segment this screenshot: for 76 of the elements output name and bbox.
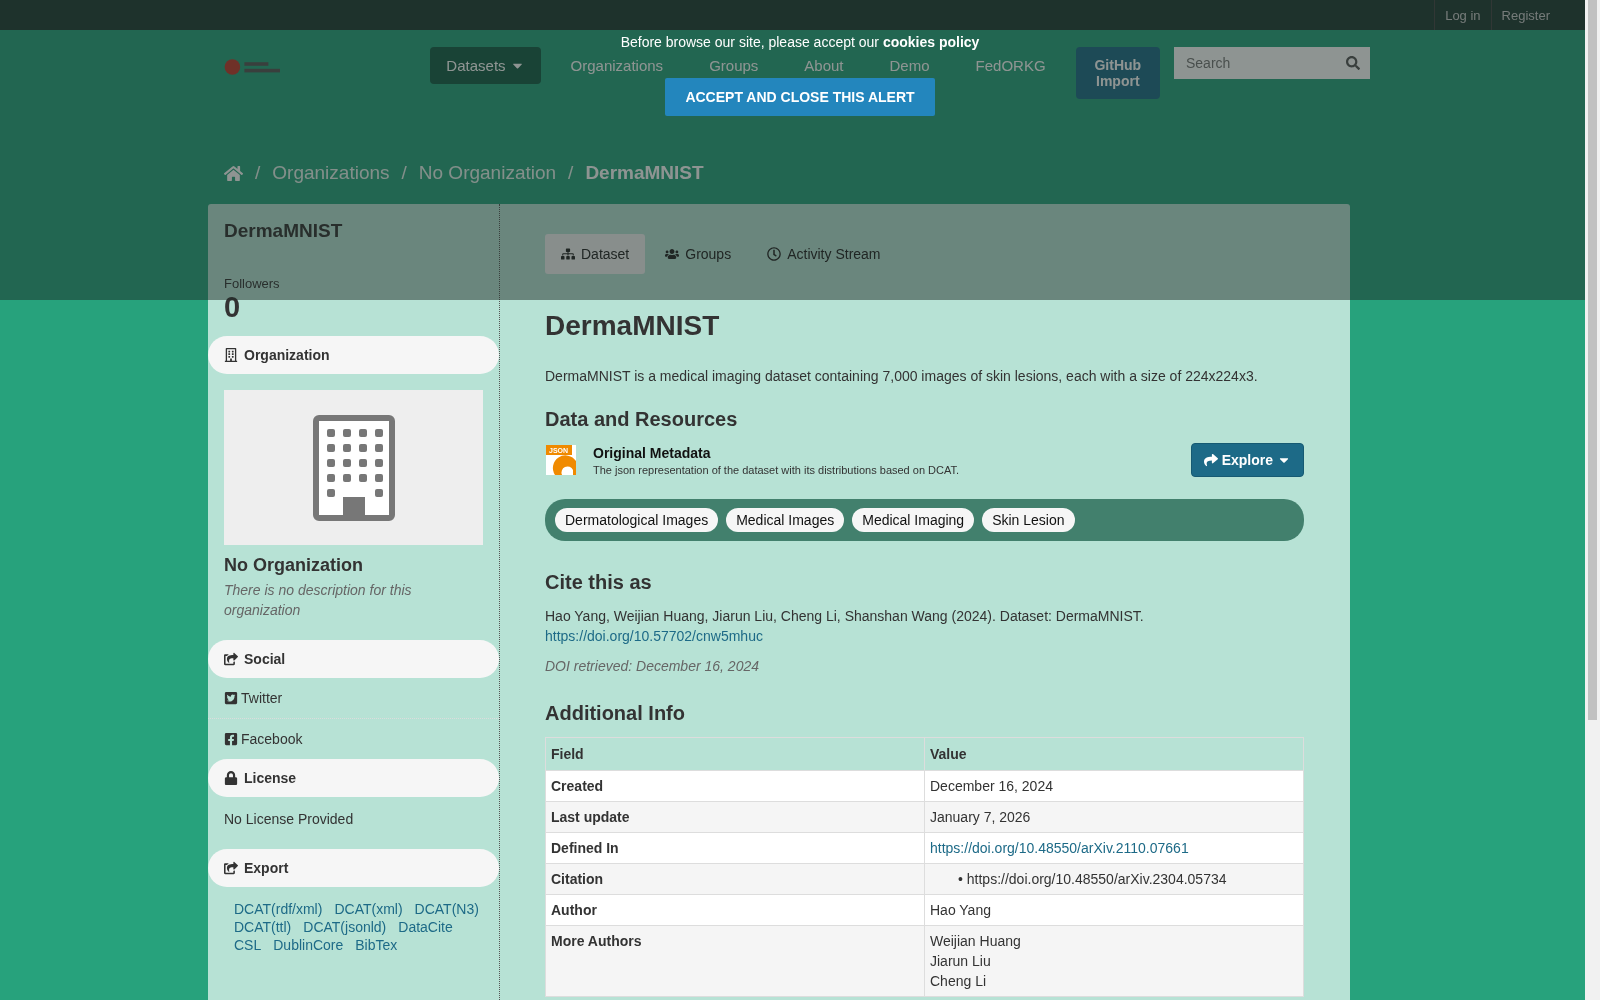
field-name-cell: Last update: [545, 801, 925, 833]
home-icon[interactable]: [224, 163, 243, 183]
search-field[interactable]: Search: [1174, 47, 1370, 79]
dataset-title: DermaMNIST: [545, 310, 721, 342]
github-import-button[interactable]: GitHub Import: [1075, 47, 1160, 99]
license-text: No License Provided: [223, 810, 355, 829]
social-link[interactable]: Twitter: [208, 678, 499, 718]
breadcrumb-separator: /: [568, 162, 574, 184]
table-list-item: • https://doi.org/10.48550/arXiv.2304.05734: [958, 870, 1228, 889]
facebook-icon: [224, 732, 238, 746]
breadcrumb-separator: /: [255, 162, 261, 184]
citation-text: Hao Yang, Weijian Huang, Jiarun Liu, Cheng Li, Shanshan Wang (2024). Dataset: DermaMNIST. https://doi.org/10.57702/cnw5mhuc: [545, 607, 1145, 646]
organization-description: There is no description for this organization: [224, 581, 413, 620]
section-heading: Organization: [208, 336, 499, 374]
table-cell-text: December 16, 2024: [930, 778, 1053, 794]
field-name-cell: Author: [545, 894, 925, 926]
export-link[interactable]: CSL: [234, 937, 262, 953]
export-link[interactable]: BibTex: [355, 937, 398, 953]
table-cell-line: Weijian Huang: [930, 932, 1022, 951]
doi-retrieved-note: DOI retrieved: December 16, 2024: [545, 658, 760, 674]
twitter-icon: [224, 691, 238, 705]
section-heading: License: [208, 759, 499, 797]
section-title: Cite this as: [545, 571, 653, 594]
tag[interactable]: Skin Lesion: [982, 508, 1075, 532]
dataset-name: DermaMNIST: [224, 220, 344, 242]
search-icon: [1346, 56, 1360, 70]
share-icon: [1203, 453, 1218, 467]
tab[interactable]: Groups: [649, 234, 748, 274]
resource-title[interactable]: Original Metadata: [593, 444, 960, 461]
field-name-cell: Defined In: [545, 832, 925, 864]
column-header: Field: [545, 737, 925, 771]
followers-count: 0: [224, 291, 242, 324]
table-cell-line: Jiarun Liu: [930, 952, 992, 971]
sitemap-icon: [561, 247, 575, 261]
field-name-cell: More Authors: [545, 925, 925, 997]
export-link[interactable]: DataCite: [398, 919, 453, 935]
breadcrumb-link[interactable]: DermaMNIST: [585, 162, 704, 184]
cookie-message: Before browse our site, please accept our cookies policy: [620, 34, 980, 50]
table-cell-text: Hao Yang: [930, 902, 991, 918]
section-title: Additional Info: [545, 702, 686, 725]
export-link[interactable]: DCAT(xml): [334, 901, 403, 917]
column-header: Value: [924, 737, 1304, 771]
building-icon: [224, 348, 238, 362]
resource-description: The json representation of the dataset with its distributions based on DCAT.: [593, 463, 960, 476]
accept-cookies-button[interactable]: ACCEPT AND CLOSE THIS ALERT: [665, 78, 935, 116]
share-icon: [224, 652, 238, 666]
tag[interactable]: Medical Images: [726, 508, 845, 532]
users-icon: [665, 247, 680, 261]
nav-dropdown[interactable]: Datasets: [430, 47, 541, 84]
share-icon: [224, 861, 238, 875]
breadcrumb-separator: /: [401, 162, 407, 184]
followers-label: Followers: [224, 276, 281, 291]
export-link[interactable]: DCAT(rdf/xml): [234, 901, 323, 917]
section-heading: Export: [208, 849, 499, 887]
organization-name: No Organization: [224, 555, 364, 576]
lock-icon: [224, 771, 238, 785]
tab[interactable]: Activity Stream: [751, 234, 897, 274]
export-link[interactable]: DCAT(N3): [414, 901, 479, 917]
field-name-cell: Citation: [545, 863, 925, 895]
export-link[interactable]: DublinCore: [273, 937, 344, 953]
section-heading: Social: [208, 640, 499, 678]
section-title: Data and Resources: [545, 408, 739, 431]
building-icon: [312, 414, 395, 521]
tab[interactable]: Dataset: [545, 234, 646, 274]
clock-icon: [767, 247, 782, 261]
export-link[interactable]: DCAT(ttl): [234, 919, 292, 935]
table-cell-line: Cheng Li: [930, 972, 988, 991]
doi-link[interactable]: https://doi.org/10.57702/cnw5mhuc: [545, 628, 763, 644]
table-cell-text: January 7, 2026: [930, 809, 1031, 825]
explore-button[interactable]: Explore: [1190, 443, 1304, 477]
tag[interactable]: Medical Imaging: [852, 508, 975, 532]
table-link[interactable]: https://doi.org/10.48550/arXiv.2110.07661: [930, 840, 1189, 856]
export-link[interactable]: DCAT(jsonld): [303, 919, 387, 935]
dataset-description: DermaMNIST is a medical imaging dataset containing 7,000 images of skin lesions, each with a size of 224x224x3.: [545, 367, 1259, 386]
field-name-cell: Created: [545, 770, 925, 802]
tag[interactable]: Dermatological Images: [555, 508, 719, 532]
